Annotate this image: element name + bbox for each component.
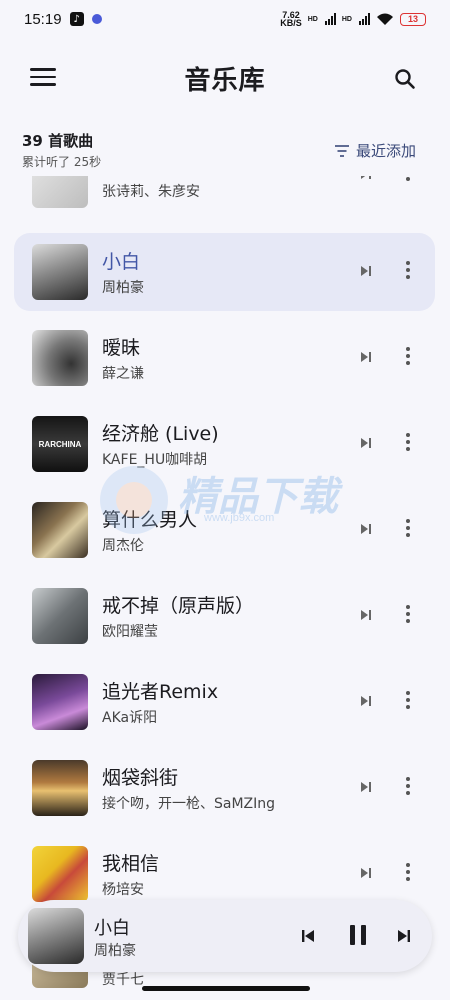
status-time: 15:19 (24, 10, 62, 28)
song-row-active[interactable]: 小白 周柏豪 (14, 233, 435, 311)
song-artist: 欧阳耀莹 (102, 624, 158, 640)
song-row[interactable]: 追光者Remix AKa诉阳 (14, 663, 435, 741)
song-title: 烟袋斜街 (102, 767, 179, 789)
album-cover (32, 674, 88, 730)
wifi-icon (377, 13, 393, 25)
album-cover-text: RARCHINA (38, 439, 82, 449)
pause-button[interactable] (348, 924, 368, 946)
play-next-icon[interactable] (359, 350, 373, 364)
play-next-icon[interactable] (359, 176, 373, 181)
more-options-button[interactable] (405, 433, 411, 453)
more-options-button[interactable] (405, 519, 411, 539)
song-row[interactable]: 张诗莉、朱彦安 (14, 176, 435, 219)
album-cover (32, 244, 88, 300)
now-playing-title: 小白 (94, 918, 130, 939)
sort-icon (334, 144, 349, 157)
play-next-icon[interactable] (359, 866, 373, 880)
mini-player[interactable]: 小白 周柏豪 (18, 900, 432, 972)
search-button[interactable] (394, 68, 416, 90)
signal-icon-2 (359, 13, 370, 25)
song-title: 小白 (102, 251, 141, 273)
song-artist: 周柏豪 (102, 280, 144, 296)
more-options-button[interactable] (405, 261, 411, 281)
next-button[interactable] (396, 928, 412, 944)
more-options-button[interactable] (405, 347, 411, 367)
song-row[interactable]: RARCHINA 经济舱 (Live) KAFE_HU咖啡胡 (14, 405, 435, 483)
album-cover (32, 588, 88, 644)
song-title: 算什么男人 (102, 509, 198, 531)
album-cover (32, 176, 88, 208)
signal-icon (324, 13, 336, 25)
more-options-button[interactable] (405, 691, 411, 711)
sort-button[interactable]: 最近添加 (334, 140, 416, 161)
song-list[interactable]: 张诗莉、朱彦安 小白 周柏豪 暧昧 薛之谦 RARCHINA 经济舱 (Live… (0, 176, 450, 1000)
song-row[interactable]: 暧昧 薛之谦 (14, 319, 435, 397)
song-row[interactable]: 戒不掉（原声版） 欧阳耀莹 (14, 577, 435, 655)
song-title: 追光者Remix (102, 681, 219, 703)
notification-dot-icon (91, 14, 102, 24)
page-title: 音乐库 (184, 66, 266, 96)
song-title: 我相信 (102, 853, 160, 875)
song-row[interactable]: 烟袋斜街 接个吻，开一枪、SaMZIng (14, 749, 435, 827)
album-cover (32, 760, 88, 816)
library-summary: 39 首歌曲 累计听了 25秒 最近添加 (22, 130, 416, 170)
tiktok-icon: ♪ (69, 12, 84, 26)
hd-badge: HD (307, 15, 318, 23)
previous-button[interactable] (300, 928, 316, 944)
now-playing-cover[interactable] (28, 908, 84, 964)
now-playing-artist: 周柏豪 (94, 943, 136, 959)
play-next-icon[interactable] (359, 780, 373, 794)
battery-icon: 13 (400, 12, 426, 26)
play-next-icon[interactable] (359, 436, 373, 450)
more-options-button[interactable] (405, 863, 411, 883)
album-cover: RARCHINA (32, 416, 88, 472)
play-next-icon[interactable] (359, 264, 373, 278)
song-artist: 薛之谦 (102, 366, 144, 382)
song-title: 暧昧 (102, 337, 141, 359)
network-speed: 7.62 KB/S (280, 10, 302, 28)
song-row[interactable]: 算什么男人 周杰伦 (14, 491, 435, 569)
album-cover (32, 330, 88, 386)
song-artist: 张诗莉、朱彦安 (102, 184, 200, 200)
sort-label: 最近添加 (355, 142, 416, 160)
song-artist: AKa诉阳 (102, 710, 158, 726)
album-cover (32, 502, 88, 558)
song-artist: 接个吻，开一枪、SaMZIng (102, 796, 276, 812)
song-artist: 贾千七 (102, 972, 144, 988)
home-indicator[interactable] (142, 986, 310, 991)
play-next-icon[interactable] (359, 608, 373, 622)
more-options-button[interactable] (405, 176, 411, 183)
more-options-button[interactable] (405, 605, 411, 625)
play-next-icon[interactable] (359, 522, 373, 536)
song-artist: 周杰伦 (102, 538, 144, 554)
song-title: 戒不掉（原声版） (102, 595, 255, 617)
song-artist: 杨培安 (102, 882, 144, 898)
header: 音乐库 (0, 50, 450, 106)
more-options-button[interactable] (405, 777, 411, 797)
play-next-icon[interactable] (359, 694, 373, 708)
album-cover (32, 846, 88, 902)
hd-badge-2: HD (341, 15, 352, 23)
status-bar: 15:19 ♪ 7.62 KB/S HD HD 13 (0, 0, 450, 38)
song-title: 经济舱 (Live) (102, 423, 219, 445)
song-artist: KAFE_HU咖啡胡 (102, 452, 208, 468)
